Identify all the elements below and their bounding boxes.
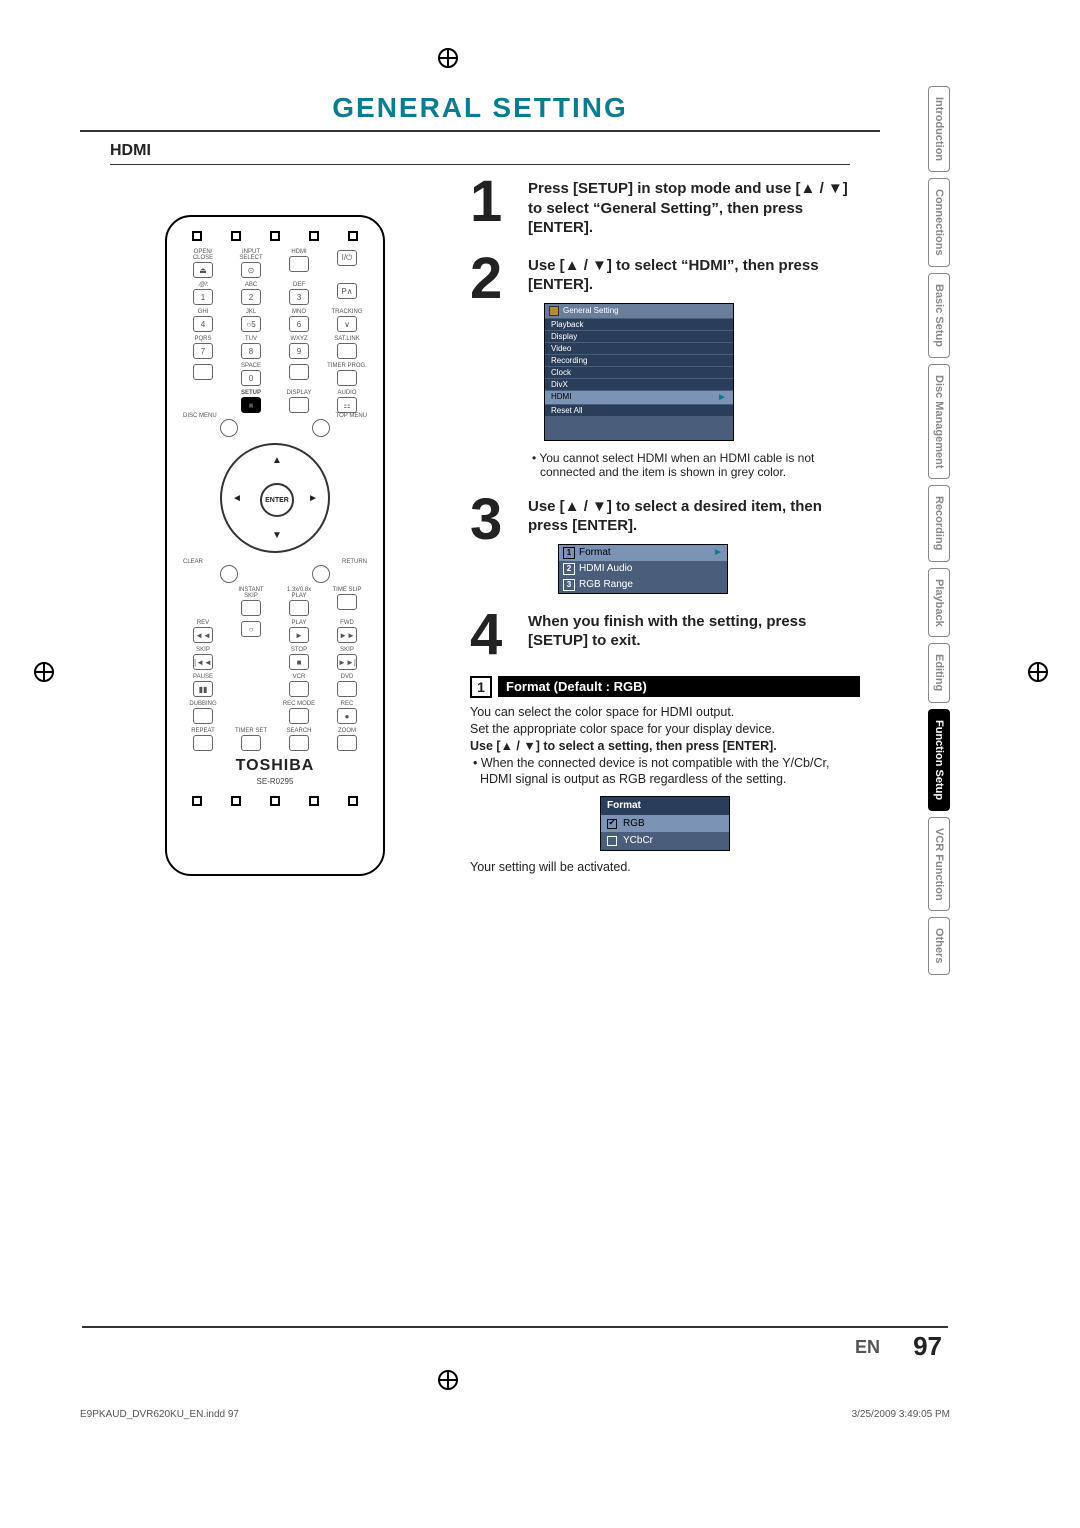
tab-editing[interactable]: Editing <box>928 643 950 702</box>
general-setting-menu: General Setting Playback Display Video R… <box>544 303 734 441</box>
step-number: 1 <box>470 179 518 238</box>
step-2: 2 Use [▲ / ▼] to select “HDMI”, then pre… <box>470 256 860 479</box>
enter-button: ENTER <box>260 483 294 517</box>
page-lang: EN <box>855 1337 880 1358</box>
tab-others[interactable]: Others <box>928 917 950 974</box>
step-1: 1 Press [SETUP] in stop mode and use [▲ … <box>470 179 860 238</box>
side-tabs: Introduction Connections Basic Setup Dis… <box>928 86 950 975</box>
step-3: 3 Use [▲ / ▼] to select a desired item, … <box>470 497 860 594</box>
nav-ring: ▲▼ ◄► ENTER <box>220 443 330 553</box>
page-body: GENERAL SETTING HDMI OPEN/ CLOSE⏏ INPUT … <box>80 86 880 1378</box>
tab-vcr-function[interactable]: VCR Function <box>928 817 950 912</box>
step-number: 2 <box>470 256 518 479</box>
brand-label: TOSHIBA <box>177 757 373 775</box>
section-rule <box>110 164 850 165</box>
return-label: RETURN <box>342 559 367 565</box>
model-label: SE-R0295 <box>177 777 373 786</box>
remote-column: OPEN/ CLOSE⏏ INPUT SELECT⊙ HDMI I/⏻ .@/:… <box>100 175 450 876</box>
steps-column: 1 Press [SETUP] in stop mode and use [▲ … <box>470 175 860 876</box>
format-options-box: Format ✔RGB YCbCr <box>600 796 730 851</box>
footer-rule <box>82 1326 948 1328</box>
tab-recording[interactable]: Recording <box>928 485 950 561</box>
crop-mark <box>428 38 468 78</box>
tab-disc-management[interactable]: Disc Management <box>928 364 950 480</box>
crop-mark <box>1018 652 1058 692</box>
remote-keypad: OPEN/ CLOSE⏏ INPUT SELECT⊙ HDMI I/⏻ .@/:… <box>177 249 373 413</box>
print-footer-left: E9PKAUD_DVR620KU_EN.indd 97 <box>80 1409 239 1420</box>
section-hdmi-label: HDMI <box>110 142 880 160</box>
page-title: GENERAL SETTING <box>80 92 880 132</box>
clear-label: CLEAR <box>183 559 203 565</box>
remote-control: OPEN/ CLOSE⏏ INPUT SELECT⊙ HDMI I/⏻ .@/:… <box>165 215 385 876</box>
tab-introduction[interactable]: Introduction <box>928 86 950 172</box>
tab-connections[interactable]: Connections <box>928 178 950 267</box>
hdmi-submenu: 1Format► 2HDMI Audio 3RGB Range <box>558 544 728 594</box>
step-2-note: • You cannot select HDMI when an HDMI ca… <box>528 451 860 479</box>
tab-function-setup[interactable]: Function Setup <box>928 709 950 811</box>
crop-mark <box>24 652 64 692</box>
format-section-header: 1 Format (Default : RGB) <box>470 676 860 698</box>
step-number: 3 <box>470 497 518 594</box>
page-number: 97 <box>913 1331 942 1362</box>
top-menu-label: TOP MENU <box>336 413 367 419</box>
step-number: 4 <box>470 612 518 658</box>
tab-basic-setup[interactable]: Basic Setup <box>928 273 950 358</box>
print-footer-right: 3/25/2009 3:49:05 PM <box>852 1409 950 1420</box>
format-section-body: You can select the color space for HDMI … <box>470 704 860 876</box>
tab-playback[interactable]: Playback <box>928 568 950 638</box>
step-4: 4 When you finish with the setting, pres… <box>470 612 860 658</box>
disc-menu-label: DISC MENU <box>183 413 217 419</box>
